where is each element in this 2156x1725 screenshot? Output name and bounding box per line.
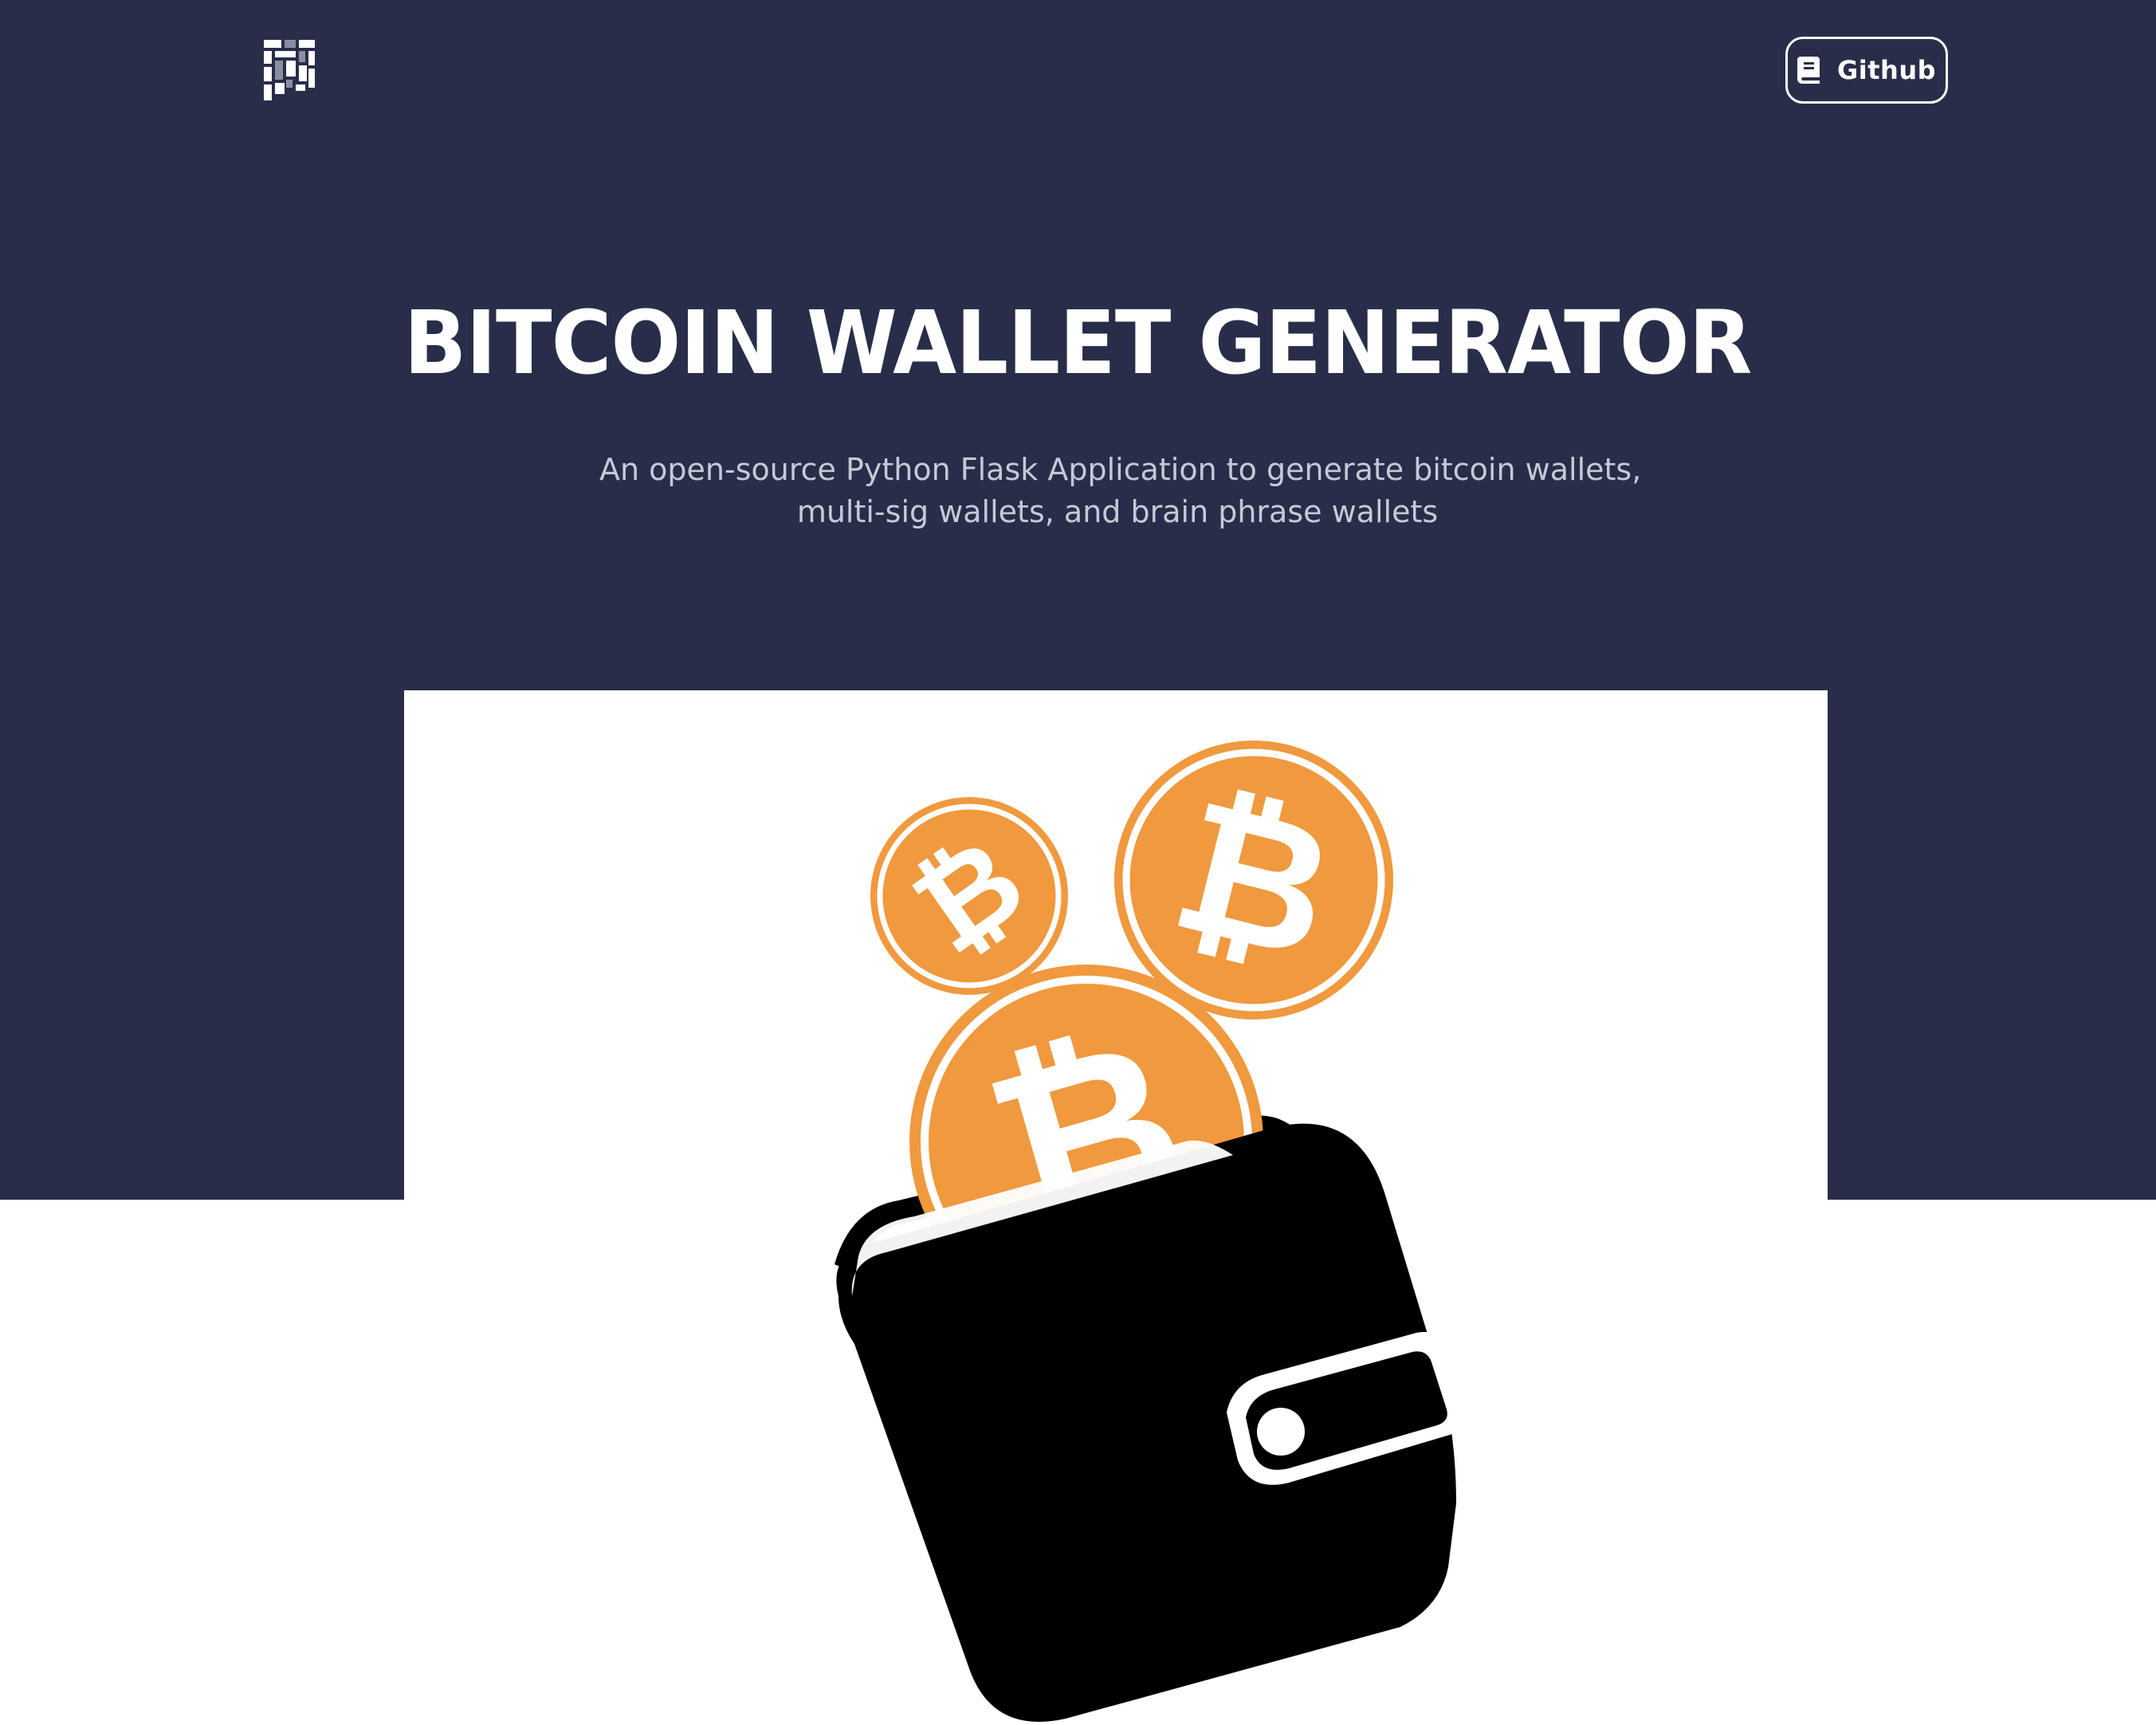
hero-subtitle-line-2: multi-sig wallets, and brain phrase wall… [796,494,1439,529]
bitcoin-coin-small: ₿ [870,797,1068,995]
book-icon [1797,57,1820,84]
wallet-icon [836,1123,1466,1722]
app-logo-icon[interactable] [264,40,315,100]
page: Github BITCOIN WALLET GENERATOR An open-… [0,0,2156,1725]
page-title: BITCOIN WALLET GENERATOR [403,292,1753,394]
hero-subtitle-line-1: An open-source Python Flask Application … [599,452,1642,487]
bitcoin-coin-large: ₿ [1114,741,1393,1020]
hero-subtitle: An open-source Python Flask Application … [599,449,1642,533]
github-button-label: Github [1837,55,1936,85]
github-button[interactable]: Github [1785,37,1948,104]
wallet-with-bitcoins-illustration: ₿ ₿ ₿ [404,690,1828,1725]
